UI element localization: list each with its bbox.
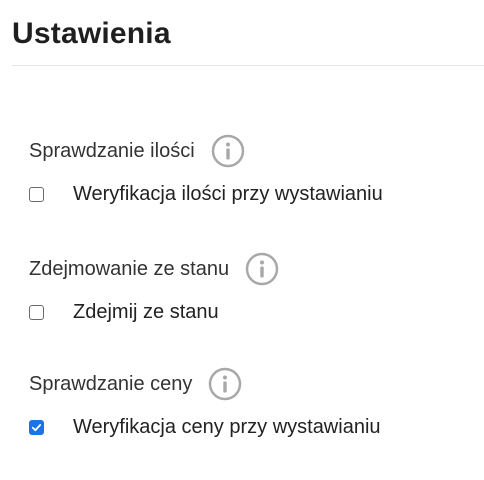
section-stock-removal: Zdejmowanie ze stanu Zdejmij ze stanu [29, 252, 469, 326]
stock-removal-option[interactable]: Zdejmij ze stanu [29, 298, 469, 326]
section-label: Sprawdzanie ilości [29, 140, 195, 162]
checkbox-label: Weryfikacja ilości przy wystawianiu [73, 183, 383, 205]
section-header: Sprawdzanie ceny [29, 367, 469, 401]
quantity-verification-checkbox[interactable] [29, 186, 44, 202]
section-price-check: Sprawdzanie ceny Weryfikacja ceny przy w… [29, 367, 469, 441]
info-icon[interactable] [211, 134, 245, 168]
price-verification-option[interactable]: Weryfikacja ceny przy wystawianiu [29, 413, 469, 441]
checkbox-label: Zdejmij ze stanu [73, 301, 219, 323]
page-title: Ustawienia [12, 17, 171, 50]
title-divider [12, 65, 484, 66]
checkbox-label: Weryfikacja ceny przy wystawianiu [73, 416, 381, 438]
section-label: Sprawdzanie ceny [29, 373, 193, 395]
section-header: Zdejmowanie ze stanu [29, 252, 469, 286]
price-verification-checkbox[interactable] [29, 419, 44, 435]
section-quantity-check: Sprawdzanie ilości Weryfikacja ilości pr… [29, 134, 469, 208]
stock-removal-checkbox[interactable] [29, 304, 44, 320]
info-icon[interactable] [208, 367, 242, 401]
section-header: Sprawdzanie ilości [29, 134, 469, 168]
quantity-verification-option[interactable]: Weryfikacja ilości przy wystawianiu [29, 180, 469, 208]
settings-page: Ustawienia Sprawdzanie ilości Weryfikacj… [0, 0, 484, 480]
section-label: Zdejmowanie ze stanu [29, 258, 230, 280]
info-icon[interactable] [245, 252, 279, 286]
checkmark-icon [31, 423, 42, 431]
